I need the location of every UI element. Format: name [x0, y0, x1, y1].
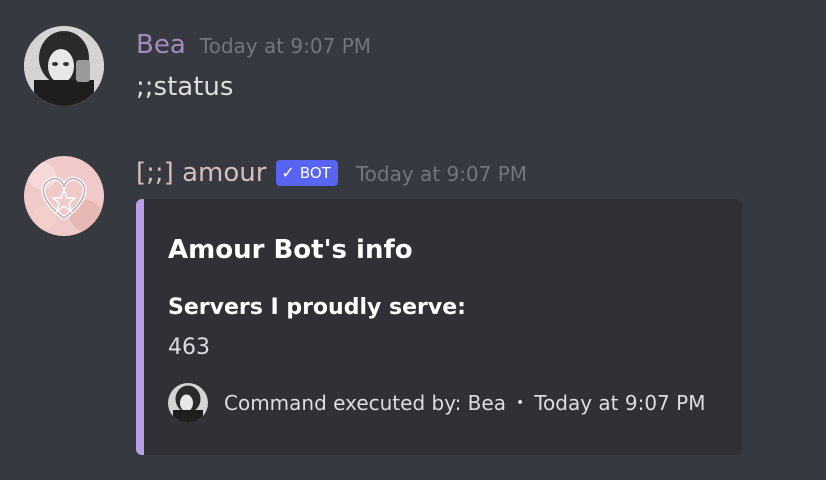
embed-accent-bar: [136, 199, 144, 455]
username[interactable]: [;;] amour: [136, 158, 266, 188]
footer-timestamp: Today at 9:07 PM: [534, 391, 706, 415]
amour-avatar[interactable]: [24, 156, 104, 236]
bot-badge: ✓ BOT: [276, 159, 338, 186]
embed-footer: Command executed by: Bea • Today at 9:07…: [168, 383, 705, 423]
chat-messages: Bea Today at 9:07 PM ;;status [;;] amour…: [0, 0, 826, 480]
embed-field-value: 463: [168, 335, 210, 360]
bea-avatar[interactable]: [24, 26, 104, 106]
timestamp: Today at 9:07 PM: [199, 34, 372, 58]
embed-title: Amour Bot's info: [168, 235, 413, 265]
message-header: Bea Today at 9:07 PM: [136, 30, 371, 60]
bot-badge-label: BOT: [299, 163, 331, 182]
username[interactable]: Bea: [136, 30, 186, 60]
embed-field-name: Servers I proudly serve:: [168, 295, 466, 320]
checkmark-icon: ✓: [281, 163, 295, 182]
footer-user-avatar: [168, 383, 208, 423]
message-header: [;;] amour ✓ BOT Today at 9:07 PM: [136, 158, 527, 189]
footer-text: Command executed by: Bea: [224, 391, 506, 415]
timestamp: Today at 9:07 PM: [355, 162, 528, 186]
embed: Amour Bot's info Servers I proudly serve…: [136, 199, 742, 455]
message-content: ;;status: [136, 72, 234, 102]
footer-separator: •: [515, 395, 525, 411]
